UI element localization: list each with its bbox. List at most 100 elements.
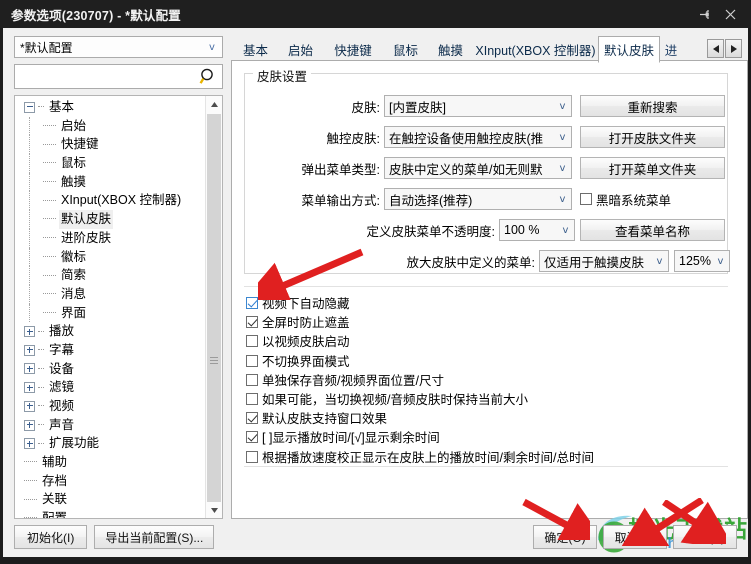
tab-scroll-left-icon[interactable]	[707, 39, 724, 58]
settings-row-label: 弹出菜单类型:	[301, 162, 380, 177]
tree-item-19[interactable]: 辅助	[15, 453, 205, 472]
tree-item-15[interactable]: 滤镜	[15, 378, 205, 397]
tree-item-2[interactable]: 快捷键	[15, 135, 205, 155]
scroll-up-icon[interactable]	[206, 96, 222, 112]
checkbox-box[interactable]	[246, 316, 258, 329]
tree-item-label: 声音	[49, 417, 75, 432]
search-icon	[199, 67, 218, 89]
checkbox-box[interactable]	[580, 193, 592, 205]
ok-button[interactable]: 确定(O)	[533, 525, 597, 549]
dark-system-menu-checkbox[interactable]: 黑暗系统菜单	[580, 190, 671, 209]
tab-4[interactable]: 触摸	[428, 38, 473, 61]
expand-icon[interactable]	[24, 363, 35, 375]
tab-label: 默认皮肤	[604, 44, 655, 58]
tree-connector	[43, 143, 56, 146]
tree-item-11[interactable]: 界面	[15, 303, 205, 323]
tab-1[interactable]: 启始	[278, 38, 323, 61]
tree-item-10[interactable]: 消息	[15, 284, 205, 304]
tree-item-6[interactable]: 默认皮肤	[15, 210, 205, 229]
tree-item-0[interactable]: 基本	[15, 98, 205, 117]
settings-row-3: 菜单输出方式: 自动选择(推荐) v 黑暗系统菜单	[245, 188, 727, 210]
checkbox-box[interactable]	[246, 297, 258, 309]
tree-connector	[43, 255, 56, 258]
tree-item-17[interactable]: 声音	[15, 416, 205, 435]
tree-item-12[interactable]: 播放	[15, 322, 205, 341]
tree-item-4[interactable]: 触摸	[15, 172, 205, 192]
tab-0[interactable]: 基本	[233, 38, 278, 61]
tree-item-9[interactable]: 简索	[15, 266, 205, 285]
settings-row-select[interactable]: 皮肤中定义的菜单/如无则默 v	[384, 157, 572, 179]
settings-row-button[interactable]: 打开皮肤文件夹	[580, 126, 725, 148]
option-checkbox-4[interactable]: 单独保存音频/视频界面位置/尺寸	[246, 370, 444, 390]
tree-scrollbar[interactable]	[205, 96, 222, 518]
tree-item-16[interactable]: 视频	[15, 397, 205, 416]
option-checkbox-1[interactable]: 全屏时防止遮盖	[246, 312, 350, 332]
expand-icon[interactable]	[24, 400, 35, 412]
option-checkbox-0[interactable]: 视频下自动隐藏	[246, 293, 350, 313]
settings-row-select-secondary[interactable]: 125% v	[674, 250, 730, 272]
option-checkbox-2[interactable]: 以视频皮肤启动	[246, 331, 350, 351]
pin-icon[interactable]	[691, 1, 717, 27]
tree-item-18[interactable]: 扩展功能	[15, 434, 205, 453]
tree-item-13[interactable]: 字幕	[15, 341, 205, 360]
checkbox-box[interactable]	[246, 373, 258, 386]
tree-item-8[interactable]: 徽标	[15, 247, 205, 267]
settings-tree[interactable]: 基本 启始 快捷键 鼠标 触摸 XInput(XBOX 控制器) 默认皮肤 进阶皮肤 徽标 简索消…	[14, 95, 223, 519]
close-icon[interactable]	[717, 1, 743, 27]
collapse-icon[interactable]	[24, 101, 35, 113]
tab-label: 快捷键	[334, 44, 372, 58]
expand-icon[interactable]	[24, 382, 35, 394]
tree-item-14[interactable]: 设备	[15, 360, 205, 379]
checkbox-box[interactable]	[246, 431, 258, 444]
tree-item-21[interactable]: 关联	[15, 490, 205, 509]
settings-row-select[interactable]: 在触控设备使用触控皮肤(推 v	[384, 126, 572, 148]
tab-5[interactable]: XInput(XBOX 控制器)	[473, 38, 598, 61]
scrollbar-thumb[interactable]	[207, 114, 221, 518]
checkbox-box[interactable]	[246, 450, 258, 463]
option-checkbox-5[interactable]: 如果可能，当切换视频/音频皮肤时保持当前大小	[246, 389, 528, 409]
tree-item-7[interactable]: 进阶皮肤	[15, 228, 205, 248]
expand-icon[interactable]	[24, 344, 35, 356]
divider-top	[244, 286, 728, 287]
tab-7[interactable]: 进	[660, 38, 682, 61]
cancel-button[interactable]: 取消(C)	[603, 525, 667, 549]
tab-label: 进	[664, 44, 678, 58]
option-checkbox-6[interactable]: 默认皮肤支持窗口效果	[246, 408, 387, 428]
tree-item-1[interactable]: 启始	[15, 116, 205, 136]
option-checkbox-3[interactable]: 不切换界面模式	[246, 351, 350, 371]
settings-row-button[interactable]: 查看菜单名称	[580, 219, 725, 241]
expand-icon[interactable]	[24, 419, 35, 431]
tab-3[interactable]: 鼠标	[383, 38, 428, 61]
scroll-down-icon[interactable]	[206, 502, 222, 518]
checkbox-box[interactable]	[246, 335, 258, 348]
expand-icon[interactable]	[24, 438, 35, 450]
tree-item-5[interactable]: XInput(XBOX 控制器)	[15, 191, 205, 211]
settings-row-button[interactable]: 打开菜单文件夹	[580, 157, 725, 179]
settings-row-select[interactable]: [内置皮肤] v	[384, 95, 572, 117]
tree-guide-line	[29, 116, 30, 136]
checkbox-box[interactable]	[246, 393, 258, 405]
apply-button[interactable]: 应用(A)	[673, 525, 737, 549]
tree-item-22[interactable]: 配置	[15, 509, 205, 518]
expand-icon[interactable]	[24, 326, 35, 338]
initialize-button[interactable]: 初始化(I)	[14, 525, 88, 549]
tree-guide-line	[29, 172, 30, 192]
search-input[interactable]	[14, 64, 223, 89]
option-checkbox-8[interactable]: 根据播放速度校正显示在皮肤上的播放时间/剩余时间/总时间	[246, 447, 594, 467]
profile-select[interactable]: *默认配置 v	[14, 36, 223, 58]
option-checkbox-7[interactable]: [ ]显示播放时间/[√]显示剩余时间	[246, 427, 440, 447]
tab-6[interactable]: 默认皮肤	[598, 36, 660, 63]
settings-row-button[interactable]: 重新搜索	[580, 95, 725, 117]
settings-row-select[interactable]: 100 % v	[499, 219, 575, 241]
tab-bar: 基本 启始 快捷键 鼠标 触摸 XInput(XBOX 控制器) 默认皮肤进	[231, 36, 748, 63]
checkbox-box[interactable]	[246, 412, 258, 425]
settings-row-select[interactable]: 自动选择(推荐) v	[384, 188, 572, 210]
tab-scroll-right-icon[interactable]	[725, 39, 742, 58]
tree-item-3[interactable]: 鼠标	[15, 154, 205, 173]
checkbox-box[interactable]	[246, 354, 258, 367]
tab-2[interactable]: 快捷键	[323, 38, 383, 61]
checkbox-label: 默认皮肤支持窗口效果	[262, 412, 388, 427]
export-config-button[interactable]: 导出当前配置(S)...	[94, 525, 215, 549]
settings-row-select[interactable]: 仅适用于触摸皮肤 v	[539, 250, 669, 272]
tree-item-20[interactable]: 存档	[15, 472, 205, 491]
